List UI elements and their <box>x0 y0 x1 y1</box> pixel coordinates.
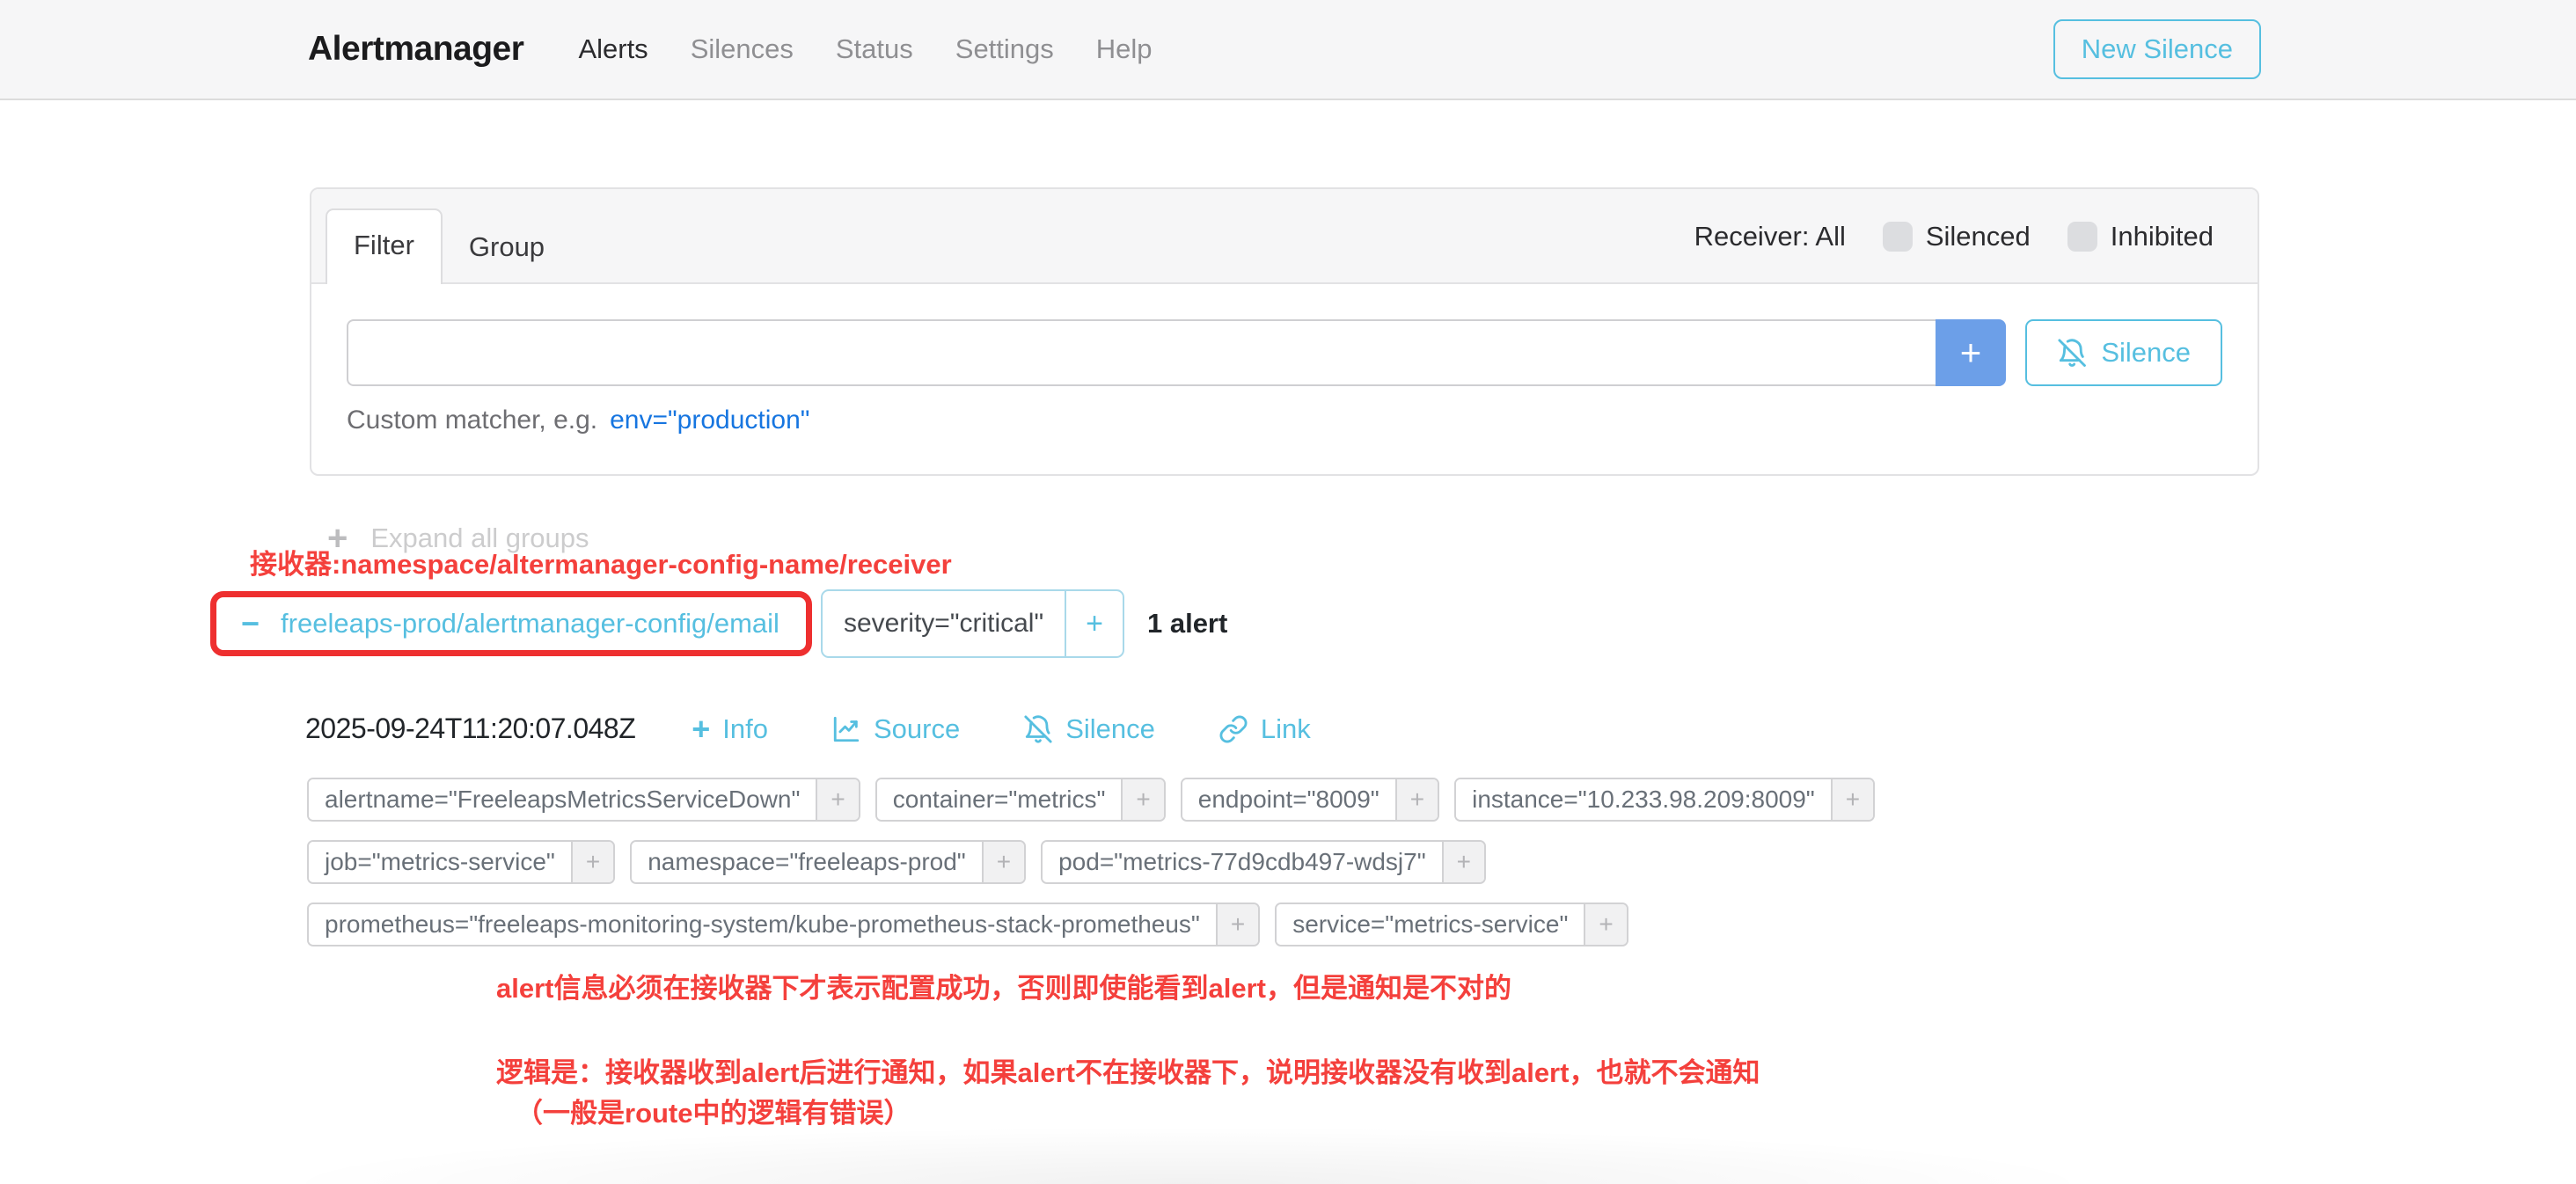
silenced-label: Silenced <box>1926 221 2031 252</box>
matcher-input[interactable] <box>347 319 1936 386</box>
filter-panel-header: Filter Group Receiver: All Silenced Inhi… <box>311 189 2258 284</box>
alert-label-pill: container="metrics" + <box>875 778 1166 822</box>
hint-text: Custom matcher, e.g. <box>347 406 597 435</box>
label-value: instance="10.233.98.209:8009" <box>1456 779 1831 820</box>
source-label: Source <box>874 713 960 745</box>
filter-panel: Filter Group Receiver: All Silenced Inhi… <box>310 187 2259 476</box>
add-label-filter-button[interactable]: + <box>1584 904 1626 945</box>
nav-item[interactable]: Silences <box>691 33 794 65</box>
inhibited-checkbox[interactable] <box>2067 222 2097 252</box>
label-value: job="metrics-service" <box>309 842 571 882</box>
filter-panel-body: + Silence Custom matcher, e.g. env="produ… <box>311 284 2258 435</box>
annotation-receiver-note: 接收器:namespace/altermanager-config-name/r… <box>250 542 952 581</box>
alert-source-link[interactable]: Source <box>831 713 960 745</box>
add-label-filter-button[interactable]: + <box>1121 779 1163 820</box>
label-value: container="metrics" <box>877 779 1122 820</box>
add-label-filter-button[interactable]: + <box>1831 779 1873 820</box>
alert-timestamp: 2025-09-24T11:20:07.048Z <box>305 713 635 745</box>
alert-label-pill: service="metrics-service" + <box>1275 903 1628 946</box>
annotation-highlight-box: − freeleaps-prod/alertmanager-config/ema… <box>210 591 812 656</box>
link-label: Link <box>1261 713 1311 745</box>
add-label-filter-button[interactable]: + <box>816 779 858 820</box>
alert-label-pill: prometheus="freeleaps-monitoring-system/… <box>307 903 1260 946</box>
silenced-checkbox[interactable] <box>1883 222 1913 252</box>
tab-filter[interactable]: Filter <box>326 208 443 284</box>
alert-label-pill: alertname="FreeleapsMetricsServiceDown" … <box>307 778 860 822</box>
new-silence-button[interactable]: New Silence <box>2053 19 2261 79</box>
alert-count: 1 alert <box>1147 608 1227 640</box>
group-matcher-add-button[interactable]: + <box>1066 591 1123 656</box>
bottom-shadow <box>264 1126 2111 1184</box>
label-value: namespace="freeleaps-prod" <box>632 842 982 882</box>
nav-item[interactable]: Alerts <box>578 33 648 65</box>
nav-item[interactable]: Status <box>836 33 913 65</box>
add-label-filter-button[interactable]: + <box>1442 842 1484 882</box>
add-label-filter-button[interactable]: + <box>982 842 1024 882</box>
inhibited-label: Inhibited <box>2111 221 2214 252</box>
alert-label-pill: endpoint="8009" + <box>1181 778 1439 822</box>
alert-group-row: − freeleaps-prod/alertmanager-config/ema… <box>210 589 1227 658</box>
receiver-filter[interactable]: Receiver: All <box>1694 221 1846 252</box>
silence-label: Silence <box>1065 713 1155 745</box>
plus-icon: + <box>692 713 710 745</box>
bell-slash-icon <box>2057 338 2087 368</box>
label-value: pod="metrics-77d9cdb497-wdsj7" <box>1043 842 1442 882</box>
silence-filter-label: Silence <box>2101 337 2191 369</box>
silence-filter-button[interactable]: Silence <box>2025 319 2222 386</box>
add-label-filter-button[interactable]: + <box>571 842 613 882</box>
annotation-note-2: 逻辑是：接收器收到alert后进行通知，如果alert不在接收器下，说明接收器没… <box>496 1050 1760 1090</box>
matcher-hint: Custom matcher, e.g. env="production" <box>347 406 2222 435</box>
collapse-group-icon[interactable]: − <box>241 608 260 640</box>
silenced-checkbox-group[interactable]: Silenced <box>1883 221 2031 252</box>
matcher-input-group: + <box>347 319 2006 386</box>
nav-item[interactable]: Help <box>1096 33 1153 65</box>
alert-label-pill: job="metrics-service" + <box>307 840 615 884</box>
group-matcher-label: severity="critical" <box>823 591 1066 656</box>
bell-slash-icon <box>1023 714 1053 744</box>
link-icon <box>1218 714 1248 744</box>
inhibited-checkbox-group[interactable]: Inhibited <box>2067 221 2214 252</box>
label-value: prometheus="freeleaps-monitoring-system/… <box>309 904 1216 945</box>
label-value: alertname="FreeleapsMetricsServiceDown" <box>309 779 816 820</box>
annotation-note-1: alert信息必须在接收器下才表示配置成功，否则即使能看到alert，但是通知是… <box>496 966 1511 1005</box>
tab-group[interactable]: Group <box>443 212 571 282</box>
group-matcher-chip: severity="critical" + <box>821 589 1124 658</box>
label-value: endpoint="8009" <box>1182 779 1395 820</box>
annotation-note-3: （一般是route中的逻辑有错误） <box>516 1091 911 1130</box>
add-label-filter-button[interactable]: + <box>1395 779 1438 820</box>
chart-line-icon <box>831 714 861 744</box>
alert-header-row: 2025-09-24T11:20:07.048Z + Info Source S… <box>305 713 1374 745</box>
main-nav: Alerts Silences Status Settings Help <box>578 33 2053 65</box>
top-navbar: Alertmanager Alerts Silences Status Sett… <box>0 0 2576 100</box>
group-receiver-link[interactable]: freeleaps-prod/alertmanager-config/email <box>281 608 779 640</box>
alert-label-pill: instance="10.233.98.209:8009" + <box>1454 778 1875 822</box>
alert-generator-link[interactable]: Link <box>1218 713 1311 745</box>
add-label-filter-button[interactable]: + <box>1216 904 1258 945</box>
filter-options: Receiver: All Silenced Inhibited <box>1694 189 2214 284</box>
alert-silence-button[interactable]: Silence <box>1023 713 1155 745</box>
alert-labels: alertname="FreeleapsMetricsServiceDown" … <box>307 778 1970 946</box>
add-matcher-button[interactable]: + <box>1936 319 2006 386</box>
info-label: Info <box>722 713 768 745</box>
alert-label-pill: namespace="freeleaps-prod" + <box>630 840 1026 884</box>
alert-info-button[interactable]: + Info <box>692 713 768 745</box>
hint-example-link[interactable]: env="production" <box>610 406 809 435</box>
label-value: service="metrics-service" <box>1277 904 1584 945</box>
app-brand[interactable]: Alertmanager <box>308 30 523 69</box>
nav-item[interactable]: Settings <box>955 33 1054 65</box>
alert-label-pill: pod="metrics-77d9cdb497-wdsj7" + <box>1041 840 1486 884</box>
